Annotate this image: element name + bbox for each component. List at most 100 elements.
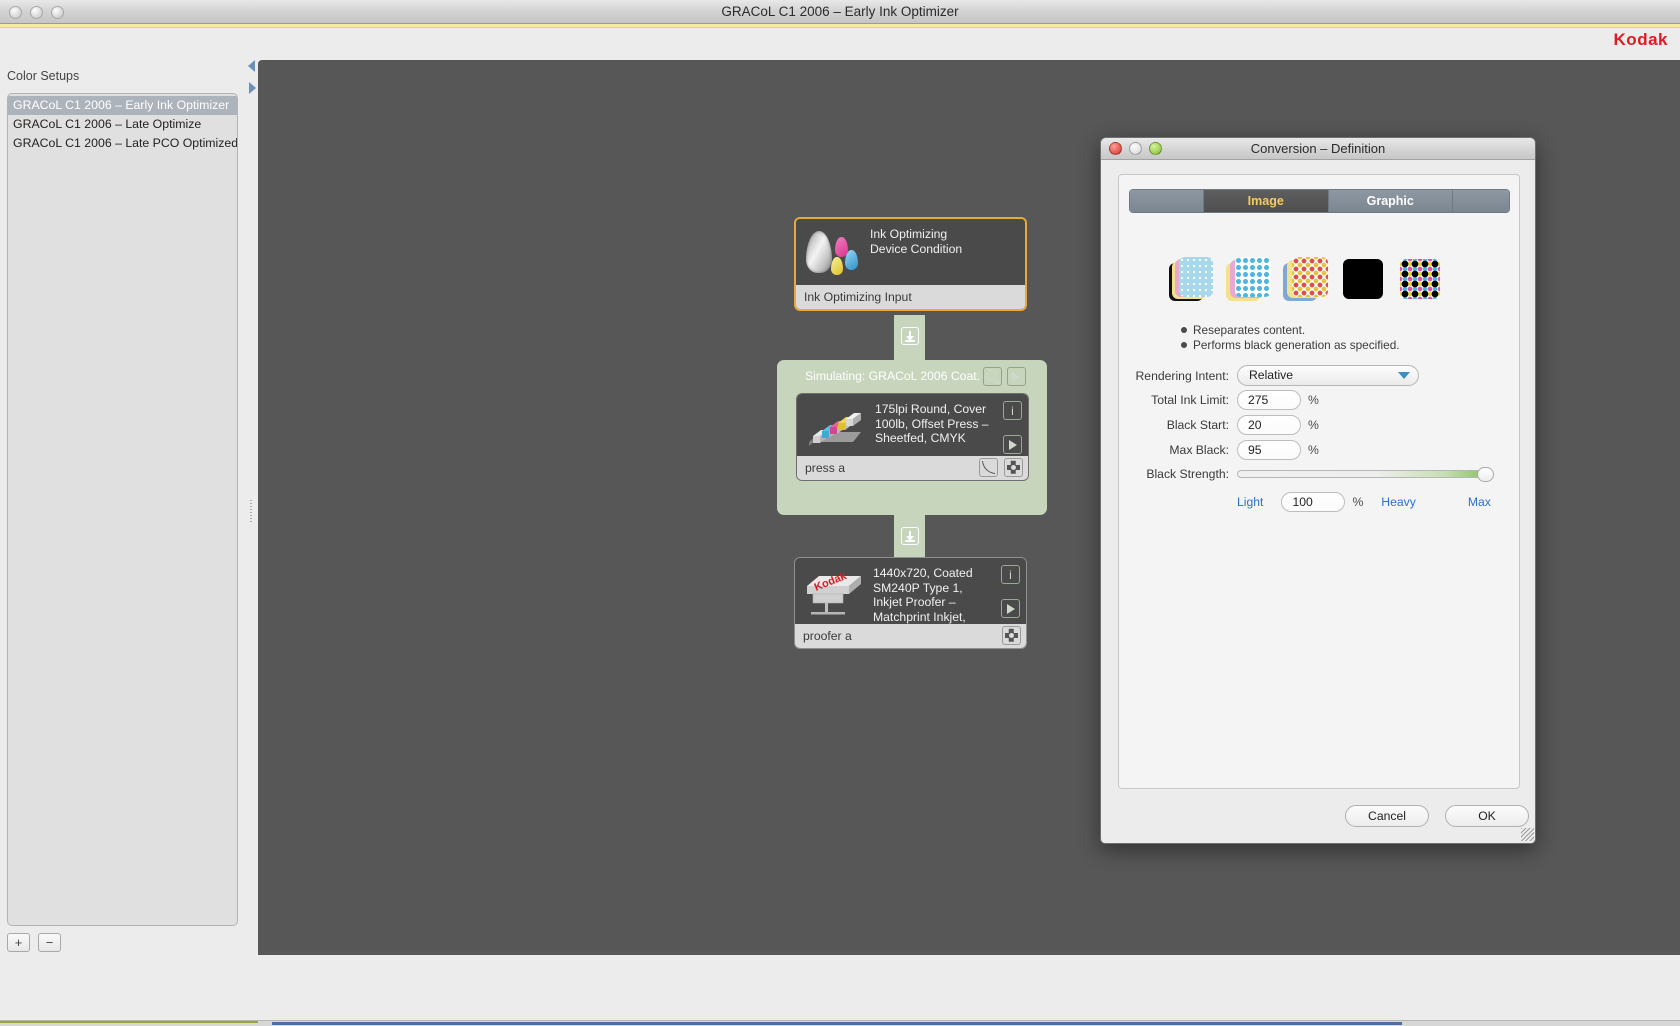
max-black-unit: % — [1308, 443, 1319, 457]
node-footer: Ink Optimizing Input — [796, 285, 1025, 309]
node-ink-optimizing[interactable]: Ink Optimizing Device Condition Ink Opti… — [794, 217, 1027, 311]
window-titlebar: GRACoL C1 2006 – Early Ink Optimizer — [0, 0, 1680, 24]
node-footer: proofer a — [795, 624, 1026, 648]
row-black-start: Black Start: 20 % — [1101, 415, 1319, 435]
total-ink-limit-input[interactable]: 275 — [1237, 390, 1301, 410]
row-black-strength-values: Light 100 % Heavy Max — [1237, 492, 1491, 512]
add-setup-button[interactable]: + — [7, 933, 30, 952]
mode-tabs[interactable]: Image Graphic — [1129, 189, 1510, 213]
group-profile-button[interactable] — [1007, 367, 1026, 386]
node-footer-label: press a — [805, 461, 845, 475]
bottom-accent-olive — [0, 1021, 258, 1023]
node-header: Kodak 1440x720, Coated SM240P Type 1, In… — [795, 558, 1026, 624]
black-start-unit: % — [1308, 418, 1319, 432]
tab-image[interactable]: Image — [1204, 190, 1329, 212]
dialog-footer: Cancel OK — [1101, 795, 1535, 843]
black-strength-unit: % — [1352, 495, 1364, 509]
separation-preview-swatches — [1169, 257, 1443, 303]
cancel-button[interactable]: Cancel — [1345, 805, 1429, 827]
max-black-input[interactable]: 95 — [1237, 440, 1301, 460]
printing-press-icon — [805, 402, 867, 450]
node-proofer[interactable]: Kodak 1440x720, Coated SM240P Type 1, In… — [794, 557, 1027, 649]
list-item[interactable]: GRACoL C1 2006 – Late PCO Optimized — [8, 134, 237, 153]
strength-max-label[interactable]: Max — [1468, 495, 1491, 509]
dialog-minimize-button[interactable] — [1129, 142, 1142, 155]
black-strength-label: Black Strength: — [1146, 467, 1229, 481]
slider-thumb[interactable] — [1477, 467, 1494, 482]
download-connector-icon[interactable] — [901, 327, 919, 345]
black-strength-input[interactable]: 100 — [1281, 492, 1346, 512]
node-footer-label: proofer a — [803, 629, 852, 643]
dialog-title: Conversion – Definition — [1250, 141, 1386, 156]
node-press[interactable]: 175lpi Round, Cover 100lb, Offset Press … — [796, 393, 1029, 481]
strength-light-label[interactable]: Light — [1237, 495, 1263, 509]
total-ink-limit-unit: % — [1308, 393, 1319, 407]
list-item[interactable]: GRACoL C1 2006 – Early Ink Optimizer — [8, 96, 237, 115]
node-title: Ink Optimizing Device Condition — [870, 227, 963, 256]
kodak-logo: Kodak — [1613, 30, 1668, 49]
swatch-cmyk-halftone-icon — [1283, 257, 1329, 303]
ok-button[interactable]: OK — [1445, 805, 1529, 827]
dialog-resize-grip[interactable] — [1521, 828, 1534, 841]
panel-title: Color Setups — [7, 69, 80, 83]
dialog-traffic-lights[interactable] — [1109, 142, 1162, 155]
window-bottom-strip — [0, 1020, 1680, 1026]
rendering-intent-select[interactable]: Relative — [1237, 365, 1419, 386]
download-connector-icon-2[interactable] — [901, 527, 919, 545]
node-footer: press a — [797, 456, 1028, 480]
node-settings-button[interactable] — [1004, 458, 1023, 477]
row-black-strength: Black Strength: — [1101, 467, 1494, 482]
tab-blank-right[interactable] — [1453, 190, 1509, 212]
strength-heavy-label[interactable]: Heavy — [1381, 495, 1416, 509]
swatch-pastel-stack-icon — [1169, 257, 1215, 303]
node-title: 1440x720, Coated SM240P Type 1, Inkjet P… — [873, 566, 973, 624]
group-title: Simulating: GRACoL 2006 Coat... — [805, 369, 980, 383]
dialog-zoom-button[interactable] — [1149, 142, 1162, 155]
total-ink-limit-label: Total Ink Limit: — [1151, 393, 1229, 407]
node-info-button[interactable]: i — [1001, 565, 1020, 584]
chevron-down-icon — [1398, 372, 1410, 379]
node-footer-label: Ink Optimizing Input — [804, 290, 912, 304]
ink-drops-icon — [804, 227, 862, 277]
black-start-label: Black Start: — [1166, 418, 1229, 432]
bottom-accent-blue — [272, 1022, 1402, 1025]
bullet-item: Performs black generation as specified. — [1181, 338, 1400, 353]
splitter-grip[interactable] — [250, 500, 252, 522]
accent-rule — [0, 24, 1680, 28]
node-header: 175lpi Round, Cover 100lb, Offset Press … — [797, 394, 1028, 456]
dialog-titlebar: Conversion – Definition — [1101, 138, 1535, 160]
dialog-body: Image Graphic Reseparates content. Perfo… — [1118, 174, 1520, 789]
row-rendering-intent: Rendering Intent: Relative — [1101, 365, 1419, 386]
group-inspect-button[interactable] — [983, 367, 1002, 386]
window-title: GRACoL C1 2006 – Early Ink Optimizer — [721, 4, 959, 19]
node-title: 175lpi Round, Cover 100lb, Offset Press … — [875, 402, 989, 445]
inkjet-proofer-icon: Kodak — [803, 566, 865, 618]
swatch-solid-black-icon — [1340, 257, 1386, 303]
bullet-item: Reseparates content. — [1181, 323, 1400, 338]
remove-setup-button[interactable]: − — [38, 933, 61, 952]
swatch-black-generation-icon — [1397, 257, 1443, 303]
application-window: GRACoL C1 2006 – Early Ink Optimizer Kod… — [0, 0, 1680, 1026]
node-info-button[interactable]: i — [1003, 401, 1022, 420]
feature-bullet-list: Reseparates content. Performs black gene… — [1181, 323, 1400, 352]
black-strength-slider[interactable] — [1237, 467, 1494, 482]
tab-blank-left[interactable] — [1130, 190, 1204, 212]
tab-graphic[interactable]: Graphic — [1328, 190, 1453, 212]
node-curve-button[interactable] — [979, 458, 998, 477]
node-settings-button[interactable] — [1002, 626, 1021, 645]
rendering-intent-value: Relative — [1249, 368, 1294, 382]
conversion-definition-dialog[interactable]: Conversion – Definition Image Graphic Re… — [1100, 137, 1536, 844]
node-profile-button[interactable] — [1001, 599, 1020, 618]
list-actions: + − — [7, 933, 61, 952]
expand-right-arrow-icon[interactable] — [249, 82, 256, 94]
list-item[interactable]: GRACoL C1 2006 – Late Optimize — [8, 115, 237, 134]
swatch-cyan-halftone-icon — [1226, 257, 1272, 303]
node-header: Ink Optimizing Device Condition — [796, 219, 1025, 285]
dialog-close-button[interactable] — [1109, 142, 1122, 155]
node-profile-button[interactable] — [1003, 435, 1022, 454]
row-max-black: Max Black: 95 % — [1101, 440, 1319, 460]
color-setups-panel: Color Setups GRACoL C1 2006 – Early Ink … — [0, 53, 246, 1026]
collapse-left-arrow-icon[interactable] — [248, 60, 255, 72]
color-setups-list[interactable]: GRACoL C1 2006 – Early Ink Optimizer GRA… — [7, 93, 238, 926]
black-start-input[interactable]: 20 — [1237, 415, 1301, 435]
